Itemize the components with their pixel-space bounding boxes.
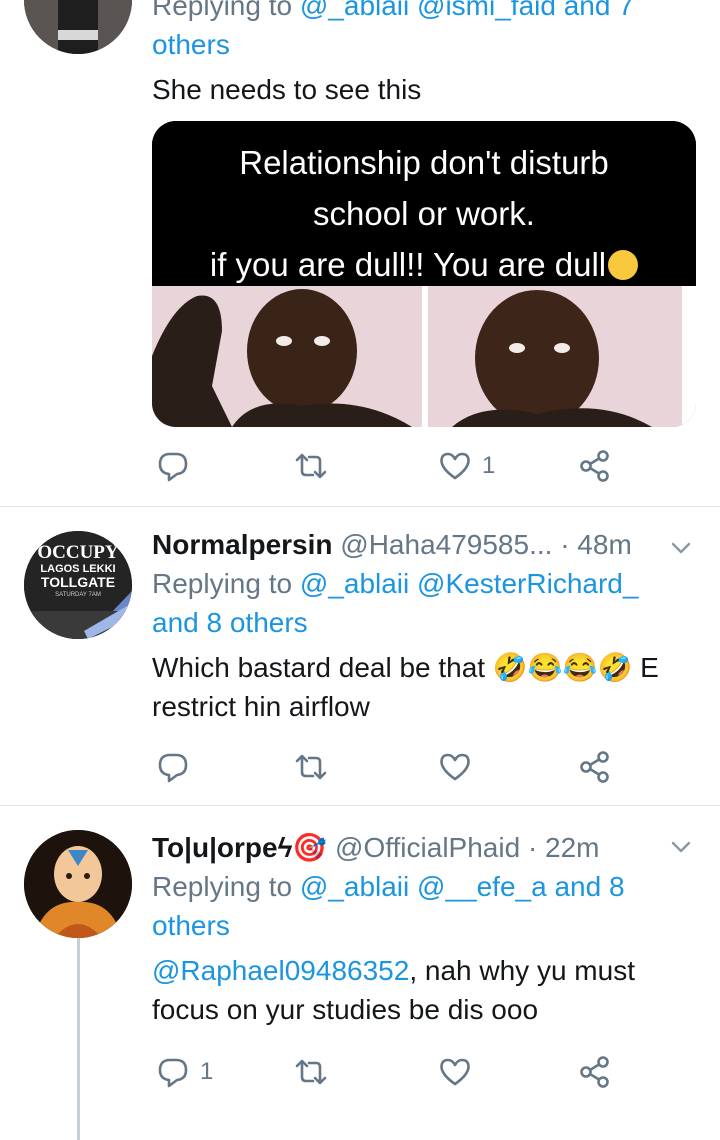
timestamp[interactable]: · 22m [528, 832, 600, 863]
media-caption-line-3-wrap: if you are dull!! You are dull [152, 245, 696, 285]
like-icon [440, 753, 470, 781]
like-button[interactable]: 1 [438, 446, 495, 486]
retweet-button[interactable] [294, 1052, 338, 1092]
emoji-sequence: 🤣😂😂🤣 [492, 652, 633, 683]
reply-others[interactable]: and 8 others [152, 603, 700, 642]
reply-mentions[interactable]: @_ablaii @ismi_faid and 7 [300, 0, 634, 21]
share-icon [580, 751, 609, 783]
reply-others[interactable]: others [152, 906, 700, 945]
like-icon [440, 452, 470, 480]
reply-count: 1 [200, 1058, 214, 1085]
tweet-3[interactable]: To|u|orpeϟ🎯 @OfficialPhaid · 22m Replyin… [0, 806, 720, 1140]
reply-others[interactable]: others [152, 25, 700, 64]
media-caption-line-2: school or work. [313, 195, 535, 232]
media-caption: Relationship don't disturb school or wor… [152, 121, 696, 286]
tweet-text-part: , nah why yu must [409, 955, 635, 986]
reply-button[interactable]: 1 [156, 1052, 213, 1092]
like-button[interactable] [438, 747, 482, 787]
handle[interactable]: @Haha479585... [340, 529, 552, 560]
mention-link[interactable]: @Raphael09486352 [152, 955, 409, 986]
share-button[interactable] [578, 747, 612, 787]
reply-icon [158, 1058, 188, 1088]
avatar-text-line-1: OCCUPY [37, 542, 119, 563]
media-photo [152, 286, 696, 427]
retweet-button[interactable] [294, 747, 338, 787]
share-icon [580, 1056, 609, 1088]
avatar[interactable]: OCCUPY LAGOS LEKKI TOLLGATE SATURDAY 7AM [24, 531, 132, 639]
retweet-button[interactable] [294, 446, 338, 486]
handle[interactable]: @OfficialPhaid [335, 832, 520, 863]
like-count: 1 [482, 452, 496, 479]
avatar-text-line-4: SATURDAY 7AM [55, 592, 101, 598]
tweet-media[interactable]: Relationship don't disturb school or wor… [152, 121, 696, 427]
tweet-actions [152, 747, 612, 787]
sleepy-face-emoji [608, 250, 639, 280]
replying-to-label: Replying to [152, 871, 293, 902]
tweet-2[interactable]: OCCUPY LAGOS LEKKI TOLLGATE SATURDAY 7AM… [0, 507, 720, 805]
tweet-actions: 1 [152, 446, 612, 486]
chevron-down-icon[interactable] [670, 836, 692, 858]
tweet-text-line-2: focus on yur studies be dis ooo [152, 994, 539, 1025]
avatar[interactable] [24, 830, 132, 938]
chevron-down-icon[interactable] [670, 537, 692, 559]
display-name-suffix: ϟ🎯 [277, 832, 328, 863]
retweet-icon [295, 1059, 327, 1085]
reply-icon [158, 452, 188, 482]
tweet-text-line-1: Which bastard deal be that 🤣😂😂🤣 E [152, 648, 700, 687]
tweet-actions: 1 [152, 1052, 612, 1092]
replying-to-label: Replying to [152, 568, 293, 599]
reply-icon [158, 753, 188, 783]
timestamp[interactable]: · 48m [560, 529, 632, 560]
tweet-text-line-2: restrict hin airflow [152, 691, 370, 722]
like-button[interactable] [438, 1052, 482, 1092]
thread-connector-line [77, 936, 80, 1140]
tweet-text: She needs to see this [152, 74, 422, 105]
display-name[interactable]: Normalpersin [152, 529, 333, 560]
tweet-text-part: Which bastard deal be that [152, 652, 486, 683]
reply-mentions[interactable]: @_ablaii @__efe_a and 8 [300, 871, 625, 902]
reply-button[interactable] [156, 446, 200, 486]
media-caption-line-3: if you are dull!! You are dull [209, 246, 607, 283]
reply-mentions[interactable]: @_ablaii @KesterRichard_ [300, 568, 639, 599]
retweet-icon [295, 754, 327, 780]
reply-button[interactable] [156, 747, 200, 787]
avatar[interactable] [24, 0, 132, 54]
tweet-text-part-end: E [632, 652, 659, 683]
display-name[interactable]: To|u|orpe [152, 832, 278, 863]
tweet-1[interactable]: Replying to @_ablaii @ismi_faid and 7 ot… [0, 0, 720, 506]
replying-to-label: Replying to [152, 0, 293, 21]
share-button[interactable] [578, 446, 612, 486]
share-icon [580, 450, 609, 482]
tweet-text-line-1: @Raphael09486352, nah why yu must [152, 951, 700, 990]
avatar-text-line-3: TOLLGATE [40, 574, 116, 590]
like-icon [440, 1058, 470, 1086]
media-caption-line-1: Relationship don't disturb [239, 144, 609, 181]
retweet-icon [295, 453, 327, 479]
share-button[interactable] [578, 1052, 612, 1092]
